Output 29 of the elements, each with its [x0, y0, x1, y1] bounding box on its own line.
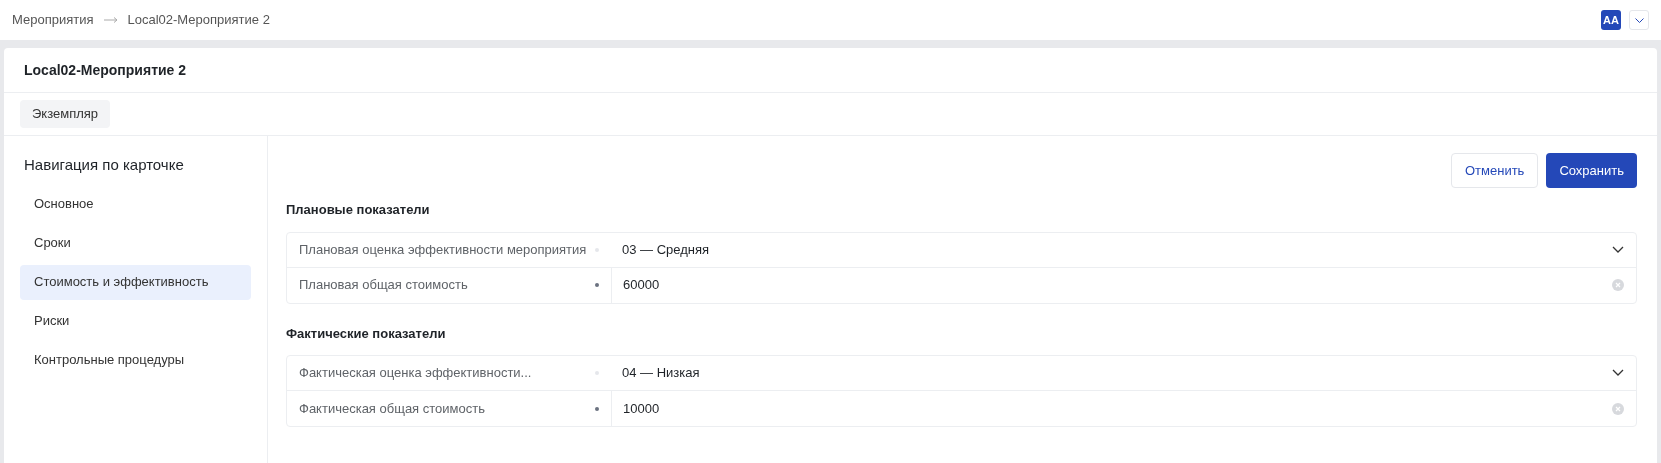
field-label: Фактическая оценка эффективности...	[298, 364, 533, 383]
chevron-down-icon	[1612, 245, 1624, 254]
nav-item[interactable]: Контрольные процедуры	[20, 342, 251, 378]
dropdown-button[interactable]	[1629, 10, 1649, 30]
breadcrumb-link[interactable]: Мероприятия	[12, 10, 94, 30]
nav-item[interactable]: Сроки	[20, 225, 251, 261]
input-field[interactable]: 60000	[611, 267, 1636, 303]
chevron-down-icon	[1612, 369, 1624, 377]
nav-item[interactable]: Основное	[20, 186, 251, 222]
cancel-button[interactable]: Отменить	[1451, 153, 1539, 188]
tab[interactable]: Экземпляр	[20, 100, 111, 128]
select-field[interactable]: 03 — Средняя	[611, 232, 1636, 267]
arrow-right-icon	[103, 17, 118, 23]
nav-item[interactable]: Стоимость и эффективность	[20, 264, 251, 300]
section-title: Плановые показатели	[286, 201, 431, 219]
chevron-down-icon	[1634, 17, 1644, 23]
input-field[interactable]: 10000	[611, 391, 1636, 426]
field-label: Плановая общая стоимость	[298, 276, 469, 295]
save-button[interactable]: Сохранить	[1546, 153, 1637, 188]
select-field[interactable]: 04 — Низкая	[611, 356, 1636, 390]
field-label: Плановая оценка эффективности мероприятия	[298, 240, 587, 259]
user-avatar[interactable]: AA	[1601, 10, 1621, 30]
clear-icon[interactable]	[1612, 279, 1624, 291]
navigation-title: Навигация по карточке	[23, 155, 185, 175]
section-title: Фактические показатели	[286, 324, 447, 343]
card-title: Local02-Мероприятие 2	[24, 60, 187, 80]
nav-item[interactable]: Риски	[20, 303, 251, 339]
field-label: Фактическая общая стоимость	[298, 399, 486, 418]
clear-icon[interactable]	[1612, 402, 1624, 415]
